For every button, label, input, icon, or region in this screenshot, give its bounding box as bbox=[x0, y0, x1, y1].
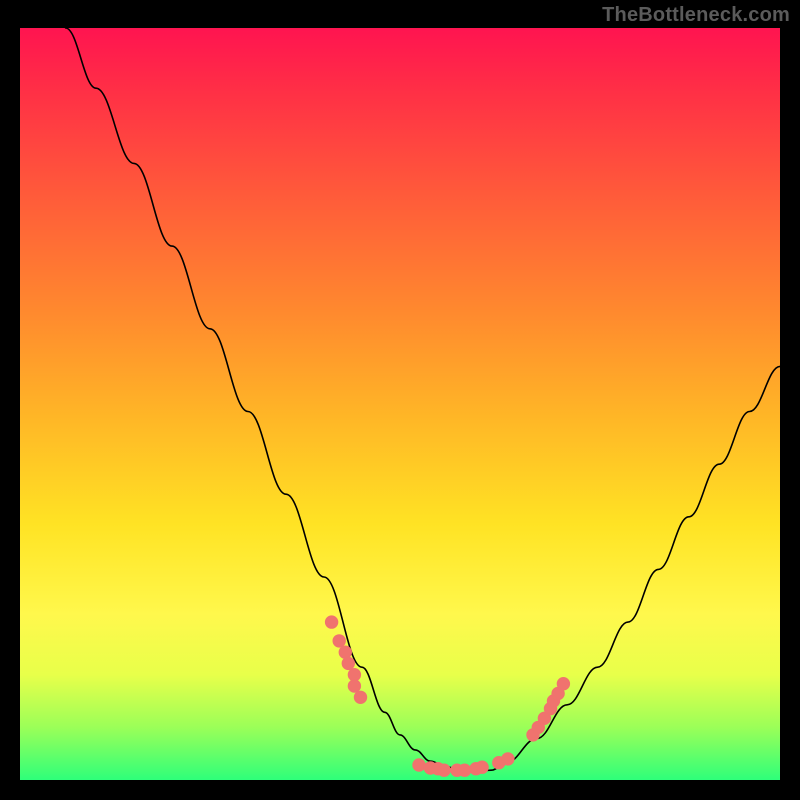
marker-dot bbox=[354, 691, 366, 703]
chart-svg bbox=[20, 28, 780, 780]
marker-dot bbox=[348, 669, 360, 681]
marker-dot bbox=[348, 680, 360, 692]
marker-dot bbox=[458, 764, 470, 776]
plot-area bbox=[20, 28, 780, 780]
marker-dot bbox=[476, 761, 488, 773]
marker-dot bbox=[557, 678, 569, 690]
marker-dot bbox=[339, 646, 351, 658]
marker-dot bbox=[438, 764, 450, 776]
bottleneck-curve bbox=[66, 28, 780, 772]
marker-dot bbox=[325, 616, 337, 628]
marker-dot bbox=[342, 657, 354, 669]
marker-dot bbox=[502, 753, 514, 765]
chart-frame: TheBottleneck.com bbox=[0, 0, 800, 800]
scatter-markers bbox=[325, 616, 569, 777]
marker-dot bbox=[413, 759, 425, 771]
watermark-label: TheBottleneck.com bbox=[602, 4, 790, 27]
marker-dot bbox=[333, 635, 345, 647]
